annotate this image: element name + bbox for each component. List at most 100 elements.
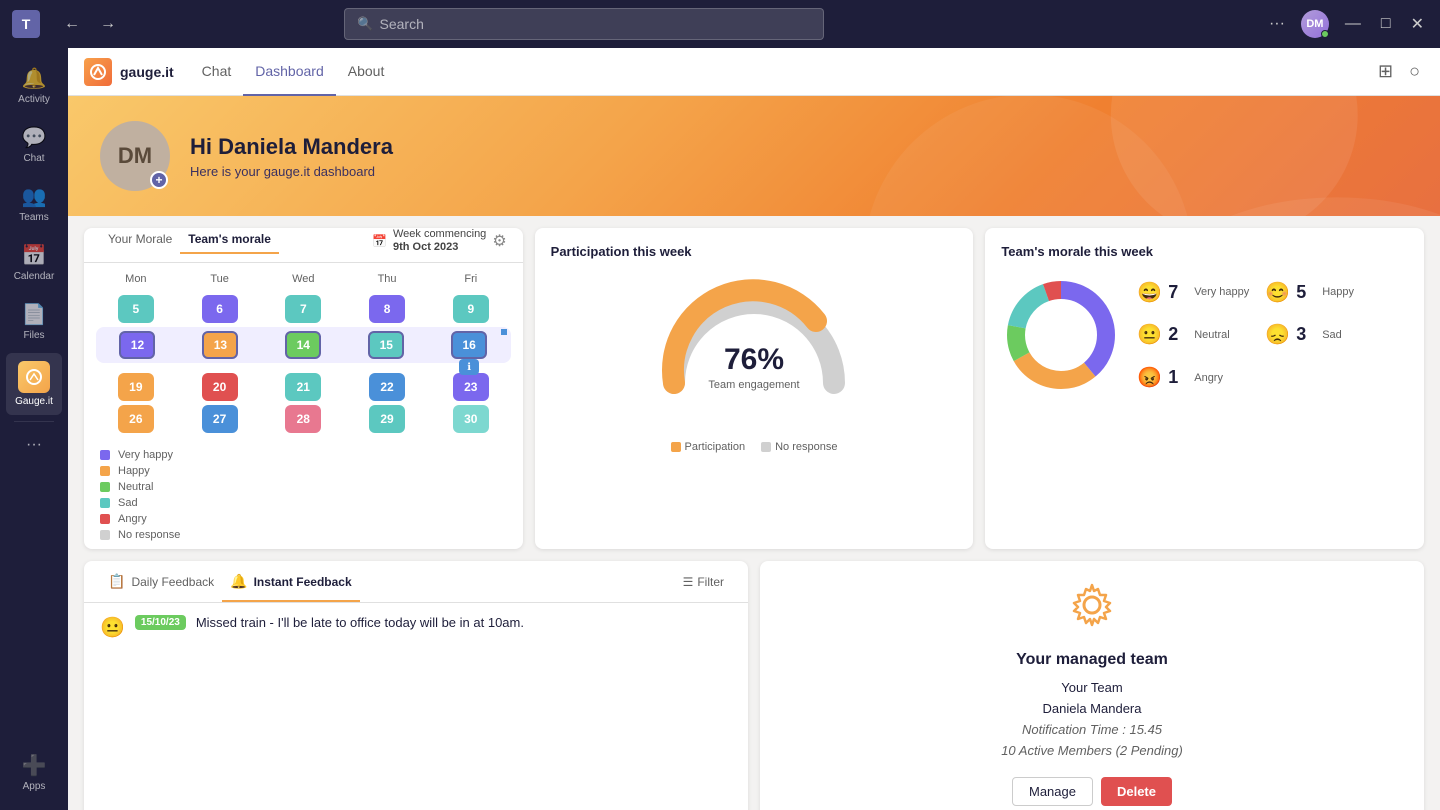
- grid-view-button[interactable]: ⊞: [1374, 57, 1397, 86]
- sidebar-item-wrap-teams: 👥 Teams: [6, 174, 62, 233]
- cal-cell-28[interactable]: 28: [285, 405, 321, 433]
- manage-button[interactable]: Manage: [1012, 777, 1093, 806]
- sidebar-item-activity[interactable]: 🔔 Activity: [6, 58, 62, 113]
- sidebar-item-files[interactable]: 📄 Files: [6, 294, 62, 349]
- cal-cell-20[interactable]: 20: [202, 373, 238, 401]
- cal-cell-26[interactable]: 26: [118, 405, 154, 433]
- more-options-button[interactable]: ···: [1265, 11, 1289, 37]
- user-avatar[interactable]: DM: [1301, 10, 1329, 38]
- settings-icon[interactable]: ⚙: [492, 231, 506, 251]
- nav-forward-button[interactable]: →: [92, 11, 124, 37]
- cal-cell-30[interactable]: 30: [453, 405, 489, 433]
- cal-cell-16-dot: [501, 329, 507, 335]
- sidebar-item-wrap-gauge: Gauge.it: [6, 351, 62, 417]
- title-bar-left: T ← →: [12, 10, 124, 38]
- managed-team-gear-icon: [1068, 581, 1116, 639]
- sidebar-label-chat: Chat: [23, 153, 44, 164]
- gauge-logo-icon: [18, 361, 50, 393]
- tab-about[interactable]: About: [336, 48, 397, 96]
- cal-cell-5[interactable]: 5: [118, 295, 154, 323]
- feedback-tab-instant[interactable]: 🔔 Instant Feedback: [222, 561, 359, 602]
- delete-button[interactable]: Delete: [1101, 777, 1172, 806]
- morale-legend: Very happy Happy Neutral Sad: [84, 441, 523, 549]
- cal-cell-12[interactable]: 12: [119, 331, 155, 359]
- calendar-icon: 📅: [22, 243, 47, 268]
- legend-label-angry: Angry: [118, 513, 147, 525]
- title-bar-right: ··· DM — □ ✕: [1265, 10, 1428, 38]
- managed-team-card: Your managed team Your Team Daniela Mand…: [760, 561, 1424, 810]
- sidebar-item-calendar[interactable]: 📅 Calendar: [6, 235, 62, 290]
- circle-button[interactable]: ○: [1405, 57, 1424, 86]
- feedback-tab-daily[interactable]: 📋 Daily Feedback: [100, 561, 222, 602]
- apps-icon: ➕: [22, 753, 47, 778]
- sidebar-item-apps[interactable]: ➕ Apps: [6, 745, 62, 800]
- cal-week-icon: ℹ: [459, 359, 479, 375]
- legend-label-happy: Happy: [118, 465, 150, 477]
- cal-cell-22[interactable]: 22: [369, 373, 405, 401]
- maximize-button[interactable]: □: [1377, 11, 1395, 37]
- app-logo-image: [84, 58, 112, 86]
- cal-cell-27[interactable]: 27: [202, 405, 238, 433]
- notification-time: Notification Time : 15.45: [1022, 722, 1162, 737]
- search-bar[interactable]: 🔍: [344, 8, 824, 40]
- calendar-week1: 5 6 7 8 9: [96, 295, 511, 323]
- minimize-button[interactable]: —: [1341, 11, 1365, 37]
- cal-cell-7[interactable]: 7: [285, 295, 321, 323]
- feedback-text-0: Missed train - I'll be late to office to…: [196, 615, 732, 630]
- week-date: 9th Oct 2023: [393, 241, 486, 254]
- cards-grid-top: Your Morale Team's morale 📅 Week commenc…: [68, 216, 1440, 561]
- managed-team-inner: Your managed team Your Team Daniela Mand…: [760, 561, 1424, 810]
- hero-avatar-initials: DM: [118, 143, 152, 169]
- cal-cell-13[interactable]: 13: [202, 331, 238, 359]
- sidebar-item-gauge[interactable]: Gauge.it: [6, 353, 62, 415]
- label-sad: Sad: [1322, 329, 1342, 341]
- legend-label-neutral: Neutral: [118, 481, 153, 493]
- app-logo-name: gauge.it: [120, 64, 174, 80]
- legend-dot-happy: [100, 466, 110, 476]
- title-bar: T ← → 🔍 ··· DM — □ ✕: [0, 0, 1440, 48]
- donut-label: 76% Team engagement: [708, 343, 799, 391]
- cal-cell-29[interactable]: 29: [369, 405, 405, 433]
- sidebar-item-more[interactable]: ···: [6, 428, 62, 462]
- cal-cell-21[interactable]: 21: [285, 373, 321, 401]
- sidebar-item-wrap-chat: 💬 Chat: [6, 115, 62, 174]
- cal-week-icon-symbol: ℹ: [467, 362, 471, 373]
- team-morale-title: Team's morale this week: [985, 228, 1424, 267]
- dashboard: DM + Hi Daniela Mandera Here is your gau…: [68, 96, 1440, 810]
- cal-cell-8[interactable]: 8: [369, 295, 405, 323]
- cal-cell-9[interactable]: 9: [453, 295, 489, 323]
- app-tab-bar: gauge.it Chat Dashboard About ⊞ ○: [68, 48, 1440, 96]
- files-icon: 📄: [22, 302, 47, 327]
- cal-cell-19[interactable]: 19: [118, 373, 154, 401]
- cal-cell-16[interactable]: 16: [451, 331, 487, 359]
- sidebar-item-wrap-files: 📄 Files: [6, 292, 62, 351]
- status-indicator: [1321, 30, 1329, 38]
- activity-icon: 🔔: [22, 66, 47, 91]
- sidebar-divider: [14, 421, 54, 422]
- search-input[interactable]: [380, 16, 812, 32]
- cal-cell-15[interactable]: 15: [368, 331, 404, 359]
- sidebar-label-activity: Activity: [18, 94, 50, 105]
- tab-dashboard[interactable]: Dashboard: [243, 48, 336, 96]
- feedback-emoji-0: 😐: [100, 615, 125, 640]
- avatar-plus-badge[interactable]: +: [150, 171, 168, 189]
- emoji-neutral: 😐: [1137, 322, 1162, 347]
- filter-icon: ☰: [683, 575, 694, 589]
- nav-back-button[interactable]: ←: [56, 11, 88, 37]
- p-legend-label-noresponse: No response: [775, 441, 837, 453]
- morale-header-icons: 📅 Week commencing 9th Oct 2023 ⚙: [372, 228, 507, 254]
- cal-label-tue: Tue: [180, 271, 260, 287]
- bottom-grid: 📋 Daily Feedback 🔔 Instant Feedback ☰ Fi…: [68, 561, 1440, 810]
- cal-cell-14[interactable]: 14: [285, 331, 321, 359]
- sidebar-item-chat[interactable]: 💬 Chat: [6, 117, 62, 172]
- sidebar-item-teams[interactable]: 👥 Teams: [6, 176, 62, 231]
- legend-dot-angry: [100, 514, 110, 524]
- cal-cell-6[interactable]: 6: [202, 295, 238, 323]
- close-button[interactable]: ✕: [1407, 10, 1428, 38]
- morale-tab-team[interactable]: Team's morale: [180, 228, 279, 254]
- cal-cell-23[interactable]: 23: [453, 373, 489, 401]
- filter-button[interactable]: ☰ Filter: [675, 567, 732, 597]
- instant-feedback-label: Instant Feedback: [254, 575, 352, 589]
- morale-tab-your[interactable]: Your Morale: [100, 228, 180, 254]
- tab-chat[interactable]: Chat: [190, 48, 244, 96]
